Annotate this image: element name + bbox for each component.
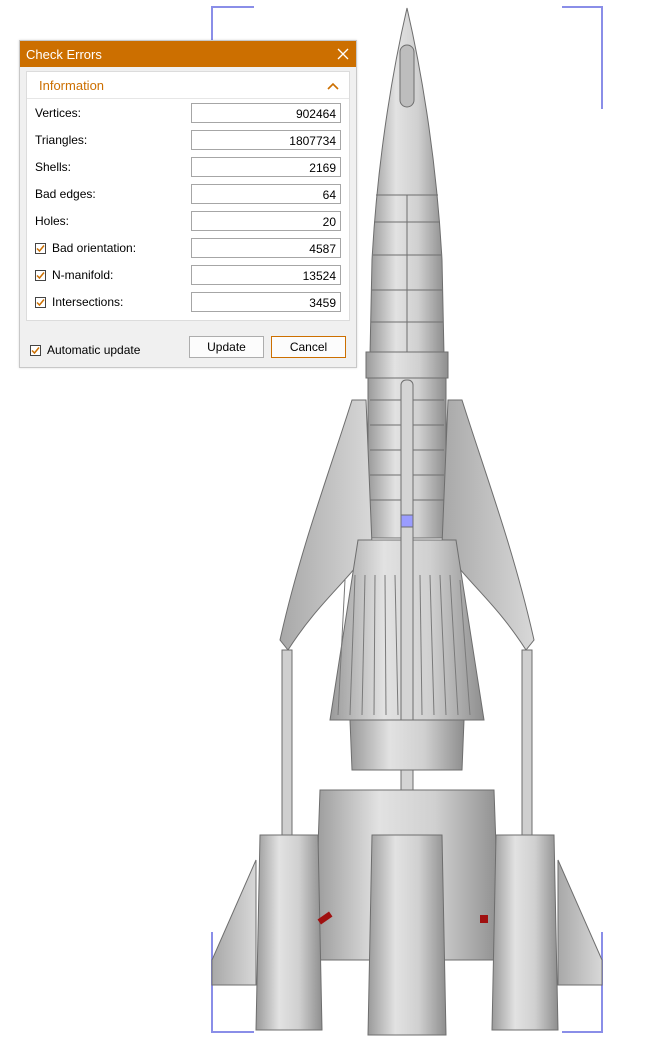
row-triangles: Triangles: 1807734 bbox=[27, 130, 349, 150]
row-label: Shells: bbox=[35, 160, 72, 174]
update-button[interactable]: Update bbox=[189, 336, 264, 358]
information-group: Information Vertices: 902464 Triangles: … bbox=[26, 71, 350, 321]
checkmark-icon bbox=[36, 298, 45, 306]
row-shells: Shells: 2169 bbox=[27, 157, 349, 177]
checkmark-icon bbox=[36, 271, 45, 279]
group-title: Information bbox=[39, 77, 105, 93]
bad-orientation-checkbox[interactable] bbox=[35, 242, 46, 254]
close-icon[interactable] bbox=[336, 47, 350, 61]
row-holes: Holes: 20 bbox=[27, 211, 349, 231]
row-label: Bad orientation: bbox=[52, 241, 137, 255]
dialog-title: Check Errors bbox=[26, 46, 102, 62]
row-bad-orientation: Bad orientation: 4587 bbox=[27, 238, 349, 258]
automatic-update-checkbox[interactable] bbox=[30, 344, 41, 356]
cancel-button[interactable]: Cancel bbox=[271, 336, 346, 358]
dialog-titlebar[interactable]: Check Errors bbox=[20, 41, 356, 67]
intersections-value[interactable]: 3459 bbox=[191, 292, 341, 312]
n-manifold-checkbox[interactable] bbox=[35, 269, 46, 281]
row-bad-edges: Bad edges: 64 bbox=[27, 184, 349, 204]
row-label: Holes: bbox=[35, 214, 70, 228]
row-label: Vertices: bbox=[35, 106, 82, 120]
checkmark-icon bbox=[31, 346, 40, 354]
n-manifold-value[interactable]: 13524 bbox=[191, 265, 341, 285]
automatic-update-label: Automatic update bbox=[47, 343, 141, 357]
row-label: Intersections: bbox=[52, 295, 124, 309]
chevron-up-icon[interactable] bbox=[327, 78, 339, 93]
row-n-manifold: N-manifold: 13524 bbox=[27, 265, 349, 285]
row-label: N-manifold: bbox=[52, 268, 114, 282]
vertices-value[interactable]: 902464 bbox=[191, 103, 341, 123]
bad-orientation-value[interactable]: 4587 bbox=[191, 238, 341, 258]
intersections-checkbox[interactable] bbox=[35, 296, 46, 308]
automatic-update: Automatic update bbox=[30, 343, 140, 357]
row-label: Bad edges: bbox=[35, 187, 96, 201]
row-intersections: Intersections: 3459 bbox=[27, 292, 349, 312]
check-errors-dialog: Check Errors Information Vertices: 90246… bbox=[19, 40, 357, 368]
shells-value[interactable]: 2169 bbox=[191, 157, 341, 177]
row-label: Triangles: bbox=[35, 133, 88, 147]
checkmark-icon bbox=[36, 244, 45, 252]
information-group-header[interactable]: Information bbox=[27, 72, 349, 99]
triangles-value[interactable]: 1807734 bbox=[191, 130, 341, 150]
holes-value[interactable]: 20 bbox=[191, 211, 341, 231]
bad-edges-value[interactable]: 64 bbox=[191, 184, 341, 204]
row-vertices: Vertices: 902464 bbox=[27, 103, 349, 123]
